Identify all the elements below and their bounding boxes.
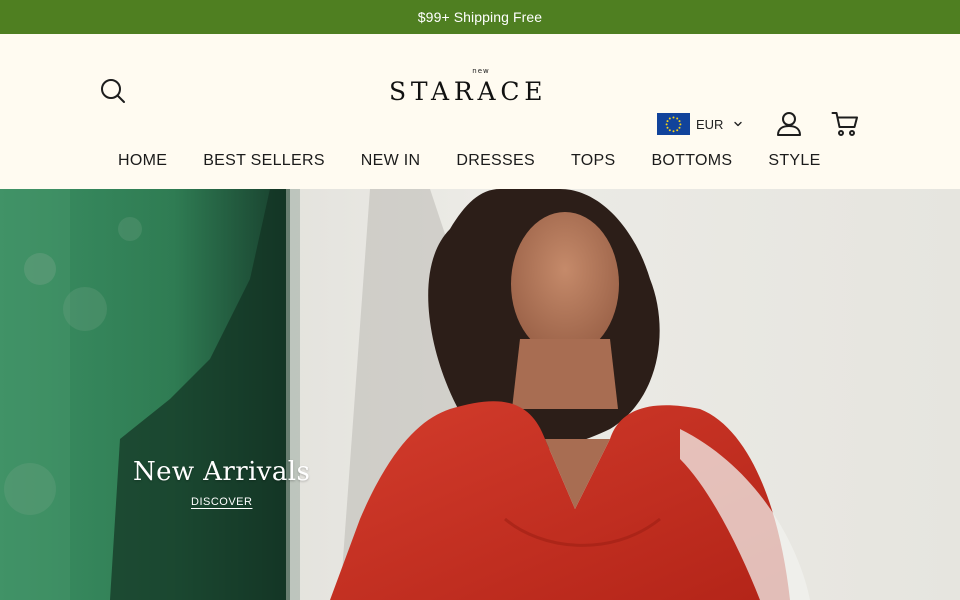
discover-link[interactable]: DISCOVER <box>191 496 252 508</box>
user-icon <box>777 112 801 136</box>
currency-selector[interactable]: EUR <box>657 113 743 135</box>
chevron-down-icon <box>734 121 743 127</box>
nav-item-bottoms[interactable]: BOTTOMS <box>651 152 732 170</box>
hero-title: New Arrivals <box>133 457 311 487</box>
nav-item-best-sellers[interactable]: BEST SELLERS <box>203 152 325 170</box>
account-button[interactable] <box>776 111 802 137</box>
announcement-bar: $99+ Shipping Free <box>0 0 960 34</box>
site-header: new STARACE EUR HOME BEST SELLERS NEW IN… <box>0 34 960 189</box>
nav-item-tops[interactable]: TOPS <box>571 152 615 170</box>
search-button[interactable] <box>100 78 126 104</box>
shopping-cart-icon <box>831 112 858 136</box>
nav-item-home[interactable]: HOME <box>118 152 167 170</box>
site-logo[interactable]: new STARACE <box>389 67 573 107</box>
logo-text: STARACE <box>389 77 548 106</box>
main-navigation: HOME BEST SELLERS NEW IN DRESSES TOPS BO… <box>118 152 821 170</box>
hero-image <box>0 189 960 600</box>
logo-subtext: new <box>472 67 490 75</box>
search-icon <box>101 79 125 103</box>
nav-item-new-in[interactable]: NEW IN <box>361 152 421 170</box>
nav-item-dresses[interactable]: DRESSES <box>456 152 535 170</box>
nav-item-style[interactable]: STYLE <box>768 152 820 170</box>
cart-button[interactable] <box>831 111 859 137</box>
announcement-text: $99+ Shipping Free <box>417 9 543 25</box>
eu-flag-icon <box>657 113 690 135</box>
currency-code: EUR <box>696 116 724 132</box>
hero-banner[interactable]: New Arrivals DISCOVER <box>0 189 960 600</box>
